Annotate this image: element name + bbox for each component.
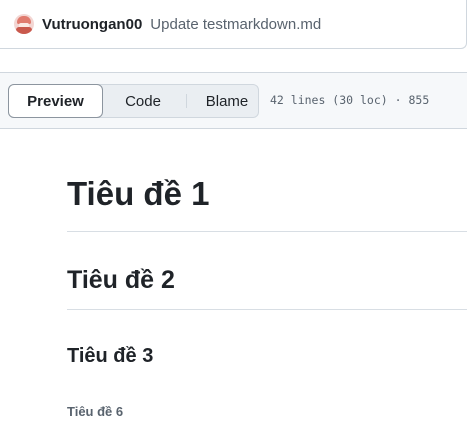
heading-2: Tiêu đề 2 <box>67 266 175 294</box>
latest-commit-bar: Vutruongan00 Update testmarkdown.md <box>0 0 467 49</box>
avatar[interactable] <box>14 14 34 34</box>
heading-1-underline <box>67 231 467 232</box>
heading-2-underline <box>67 309 467 310</box>
commit-author-link[interactable]: Vutruongan00 <box>42 16 142 33</box>
heading-1: Tiêu đề 1 <box>67 175 210 212</box>
file-info: 42 lines (30 loc) · 855 <box>270 93 430 107</box>
file-header: Preview Code Blame 42 lines (30 loc) · 8… <box>0 72 467 129</box>
heading-6: Tiêu đề 6 <box>67 404 124 419</box>
code-tab[interactable]: Code <box>103 84 183 118</box>
commit-message-link[interactable]: Update testmarkdown.md <box>150 16 321 33</box>
view-mode-toggle: Preview Code Blame <box>8 84 259 118</box>
heading-3: Tiêu đề 3 <box>67 345 154 367</box>
blame-tab[interactable]: Blame <box>187 84 267 118</box>
preview-tab[interactable]: Preview <box>8 84 103 118</box>
